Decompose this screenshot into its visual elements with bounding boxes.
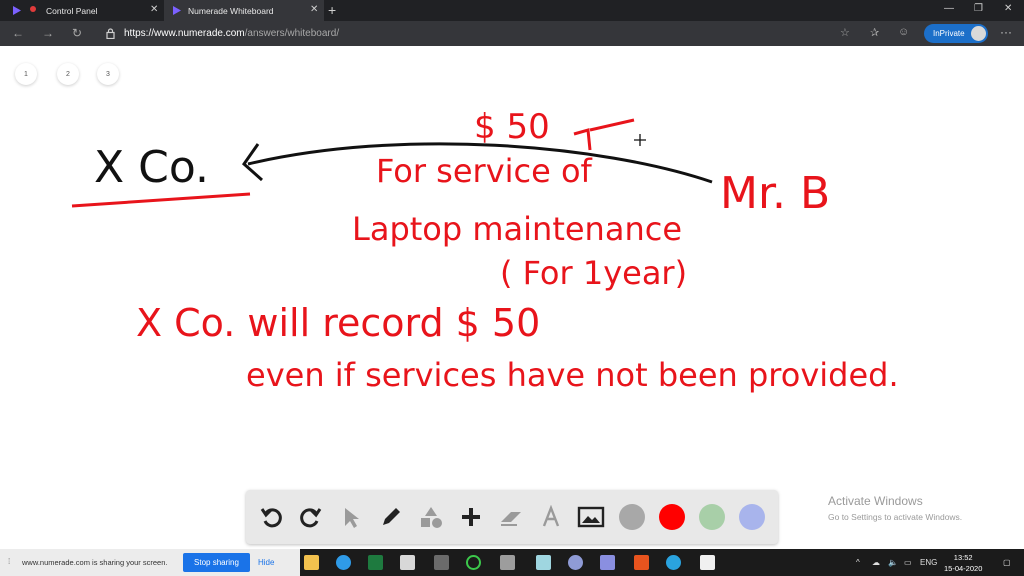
recording-dot-icon [30, 6, 36, 12]
sharing-message: www.numerade.com is sharing your screen. [22, 558, 168, 567]
stop-sharing-button[interactable]: Stop sharing [183, 553, 250, 572]
close-window-icon[interactable]: ✕ [1004, 3, 1012, 14]
forward-icon[interactable]: → [42, 26, 54, 40]
clock-date: 15-04-2020 [944, 564, 983, 573]
file-explorer-icon[interactable] [304, 555, 319, 570]
close-icon[interactable]: ✕ [310, 4, 318, 15]
address-bar: ← → ↻ https://www.numerade.com/answers/w… [0, 21, 1024, 46]
back-icon[interactable]: ← [12, 26, 24, 40]
edge-browser-icon[interactable] [336, 555, 351, 570]
shapes-icon[interactable] [416, 502, 446, 532]
note-amount-top: $ 50 [474, 107, 550, 147]
url-path: /answers/whiteboard/ [244, 28, 340, 39]
color-swatch-red[interactable] [659, 504, 685, 530]
drawing-toolbar [246, 490, 778, 544]
tab-label: Control Panel [46, 6, 98, 16]
activate-windows-watermark: Activate Windows Go to Settings to activ… [828, 494, 962, 522]
handwriting-layer: $ 50 X Co. Mr. B For service of Laptop m… [71, 107, 899, 394]
maximize-icon[interactable]: ❐ [974, 3, 983, 14]
refresh-icon[interactable]: ↻ [72, 26, 82, 40]
camera-app-icon[interactable] [434, 555, 449, 570]
color-swatch-gray[interactable] [619, 504, 645, 530]
app-purple-icon[interactable] [600, 555, 615, 570]
minimize-icon[interactable]: — [944, 3, 954, 14]
select-cursor-icon[interactable] [336, 502, 366, 532]
note-line-4: X Co. will record $ 50 [136, 301, 540, 345]
text-icon[interactable] [536, 502, 566, 532]
network-icon[interactable]: ▭ [904, 558, 912, 567]
system-clock[interactable]: 13:52 15-04-2020 [944, 552, 982, 574]
favorites-icon[interactable]: ✰ [870, 26, 879, 39]
excel-icon[interactable] [368, 555, 383, 570]
tray-chevron-icon[interactable]: ^ [856, 558, 860, 567]
note-company: X Co. [94, 142, 209, 193]
lock-icon [106, 28, 115, 39]
note-line-5: even if services have not been provided. [246, 356, 899, 394]
eraser-icon[interactable] [496, 502, 526, 532]
telegram-icon[interactable] [666, 555, 681, 570]
tools-icon[interactable] [500, 555, 515, 570]
hide-button[interactable]: Hide [258, 558, 274, 567]
image-icon[interactable] [576, 502, 606, 532]
tick-mark [573, 118, 635, 151]
r-app-icon[interactable] [568, 555, 583, 570]
favorite-star-icon[interactable]: ☆ [840, 26, 850, 39]
volume-icon[interactable]: 🔈 [888, 558, 898, 567]
whiteboard-canvas[interactable]: 1 2 3 $ 50 X Co. Mr. B For service of La… [0, 46, 1024, 549]
office-icon[interactable] [634, 555, 649, 570]
add-icon[interactable] [456, 502, 486, 532]
activate-subtitle: Go to Settings to activate Windows. [828, 512, 963, 522]
screen: Control Panel ✕ Numerade Whiteboard ✕ + … [0, 0, 1024, 576]
tab-label: Numerade Whiteboard [188, 6, 274, 16]
settings-menu-icon[interactable]: ··· [1000, 25, 1012, 39]
undo-icon[interactable] [256, 502, 286, 532]
note-person: Mr. B [720, 168, 830, 219]
tab-bar: Control Panel ✕ Numerade Whiteboard ✕ + … [0, 0, 1024, 21]
app-grid-icon[interactable] [536, 555, 551, 570]
url-field[interactable]: https://www.numerade.com/answers/whitebo… [124, 28, 339, 39]
note-line-3: ( For 1year) [500, 254, 687, 292]
avatar [971, 26, 986, 41]
color-swatch-green[interactable] [699, 504, 725, 530]
taskbar: ^ ☁ 🔈 ▭ ENG ▢ [300, 549, 1024, 576]
cloud-icon[interactable]: ☁ [872, 558, 880, 567]
inprivate-label: InPrivate [933, 29, 965, 38]
redo-icon[interactable] [296, 502, 326, 532]
screen-sharing-bar: ⁞ www.numerade.com is sharing your scree… [0, 549, 300, 576]
feedback-icon[interactable]: ☺ [898, 26, 909, 38]
close-icon[interactable]: ✕ [150, 4, 158, 15]
numerade-logo-icon [173, 6, 181, 15]
new-tab-icon[interactable]: + [328, 2, 336, 18]
clock-time: 13:52 [953, 553, 973, 562]
language-indicator[interactable]: ENG [920, 558, 937, 567]
activate-title: Activate Windows [828, 494, 923, 508]
paint-icon[interactable] [400, 555, 415, 570]
notepad-icon[interactable] [700, 555, 715, 570]
pen-icon[interactable] [376, 502, 406, 532]
company-underline [71, 192, 251, 208]
note-line-2: Laptop maintenance [352, 210, 682, 248]
crosshair-cursor-icon [634, 134, 646, 146]
app-ring-icon[interactable] [466, 555, 481, 570]
tab-control-panel[interactable]: Control Panel ✕ [0, 0, 164, 21]
tab-numerade-whiteboard[interactable]: Numerade Whiteboard ✕ [164, 0, 324, 21]
url-host: https://www.numerade.com [124, 28, 245, 39]
inprivate-button[interactable]: InPrivate [924, 24, 988, 43]
numerade-logo-icon [13, 6, 21, 15]
color-swatch-blue[interactable] [739, 504, 765, 530]
drag-handle-icon[interactable]: ⁞ [8, 557, 10, 566]
notifications-icon[interactable]: ▢ [1003, 558, 1011, 567]
note-line-1: For service of [376, 152, 593, 190]
